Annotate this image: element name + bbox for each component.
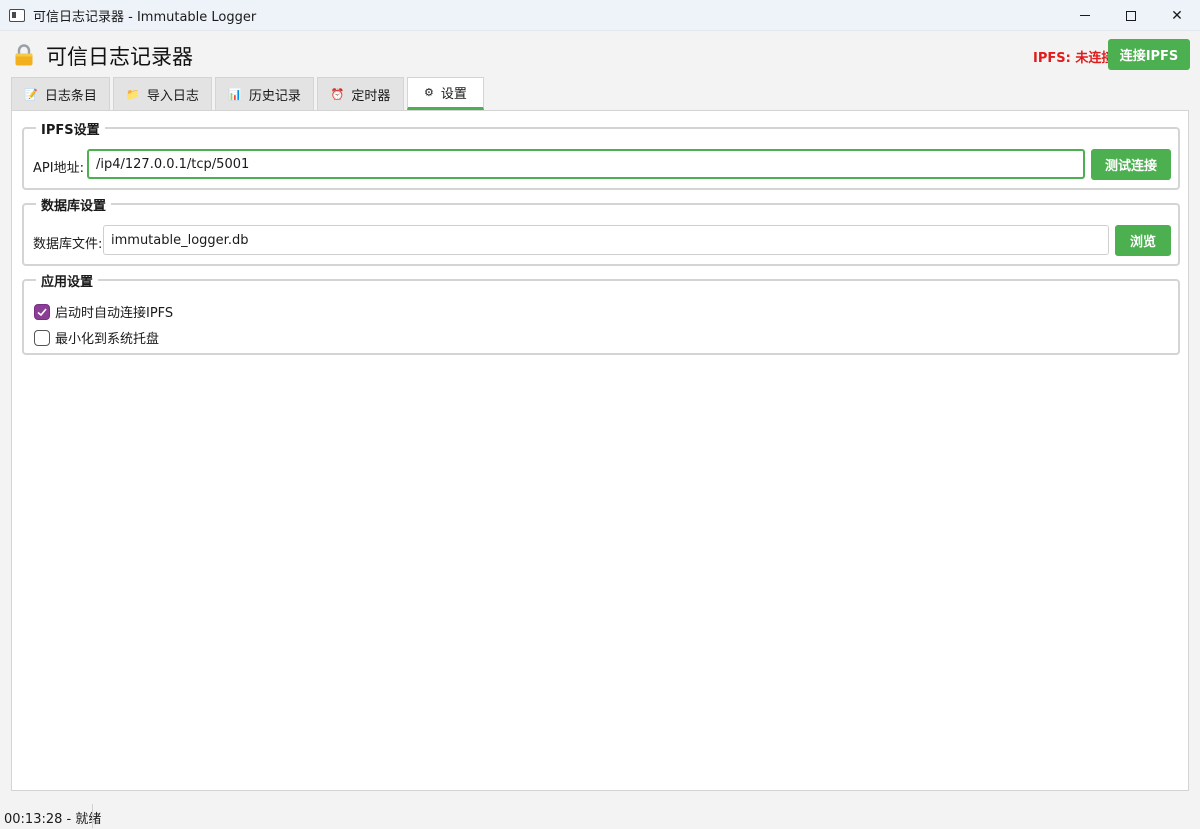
settings-panel: IPFS设置 API地址: 测试连接 数据库设置 数据库文件: 浏览 应用设置 …: [11, 110, 1189, 791]
group-title: 数据库设置: [36, 195, 112, 214]
group-title: IPFS设置: [36, 119, 105, 138]
minimize-button[interactable]: [1062, 0, 1108, 31]
alarm-clock-icon: ⏰: [330, 87, 345, 101]
checkmark-icon: [37, 307, 47, 316]
browse-button[interactable]: 浏览: [1115, 225, 1171, 256]
memo-icon: 📝: [24, 87, 38, 101]
tab-label: 历史记录: [248, 88, 301, 104]
minimize-icon: [1080, 15, 1090, 16]
status-bar: 00:13:28 - 就绪: [0, 801, 1200, 829]
tab-log-entries[interactable]: 📝 日志条目: [11, 77, 110, 110]
gear-icon: ⚙: [424, 86, 434, 99]
test-connection-button[interactable]: 测试连接: [1091, 149, 1171, 180]
title-bar: 可信日志记录器 - Immutable Logger ✕: [0, 0, 1200, 31]
folder-icon: 📁: [126, 87, 140, 101]
app-title: 可信日志记录器: [46, 45, 193, 69]
tab-settings[interactable]: ⚙ 设置: [407, 77, 484, 110]
ipfs-settings-group: IPFS设置 API地址: 测试连接: [22, 119, 1180, 190]
minimize-tray-label: 最小化到系统托盘: [55, 332, 160, 347]
app-settings-group: 应用设置 启动时自动连接IPFS 最小化到系统托盘: [22, 271, 1180, 355]
window-app-icon: [9, 8, 25, 22]
tab-history[interactable]: 📊 历史记录: [215, 77, 314, 110]
maximize-button[interactable]: [1108, 0, 1154, 31]
tab-label: 日志条目: [44, 88, 97, 104]
status-separator: [92, 804, 93, 828]
lock-icon: [15, 44, 33, 66]
connect-ipfs-button[interactable]: 连接IPFS: [1108, 39, 1190, 70]
auto-connect-checkbox[interactable]: [34, 303, 50, 320]
auto-connect-option[interactable]: 启动时自动连接IPFS: [34, 302, 173, 321]
tab-label: 导入日志: [146, 88, 199, 104]
api-address-input[interactable]: [87, 149, 1085, 179]
database-file-label: 数据库文件:: [33, 237, 103, 252]
database-settings-group: 数据库设置 数据库文件: 浏览: [22, 195, 1180, 266]
group-title: 应用设置: [36, 271, 99, 290]
close-icon: ✕: [1171, 7, 1183, 24]
tab-import-logs[interactable]: 📁 导入日志: [113, 77, 212, 110]
api-address-label: API地址:: [33, 161, 84, 176]
tab-bar: 📝 日志条目 📁 导入日志 📊 历史记录 ⏰ 定时器 ⚙ 设置: [11, 77, 487, 110]
status-text: 00:13:28 - 就绪: [4, 812, 102, 827]
tab-label: 设置: [440, 87, 467, 102]
maximize-icon: [1126, 10, 1136, 21]
tab-label: 定时器: [351, 88, 391, 104]
window-title: 可信日志记录器 - Immutable Logger: [33, 9, 257, 25]
database-file-input[interactable]: [103, 225, 1109, 255]
app-header: 可信日志记录器 IPFS: 未连接 连接IPFS: [0, 31, 1200, 76]
close-button[interactable]: ✕: [1154, 0, 1200, 31]
tab-timer[interactable]: ⏰ 定时器: [317, 77, 404, 110]
ipfs-status-label: IPFS: 未连接: [1033, 51, 1115, 66]
auto-connect-label: 启动时自动连接IPFS: [55, 306, 174, 321]
window-controls: ✕: [1062, 0, 1200, 31]
minimize-tray-checkbox[interactable]: [34, 329, 50, 346]
bar-chart-icon: 📊: [228, 87, 242, 101]
minimize-tray-option[interactable]: 最小化到系统托盘: [34, 328, 159, 347]
